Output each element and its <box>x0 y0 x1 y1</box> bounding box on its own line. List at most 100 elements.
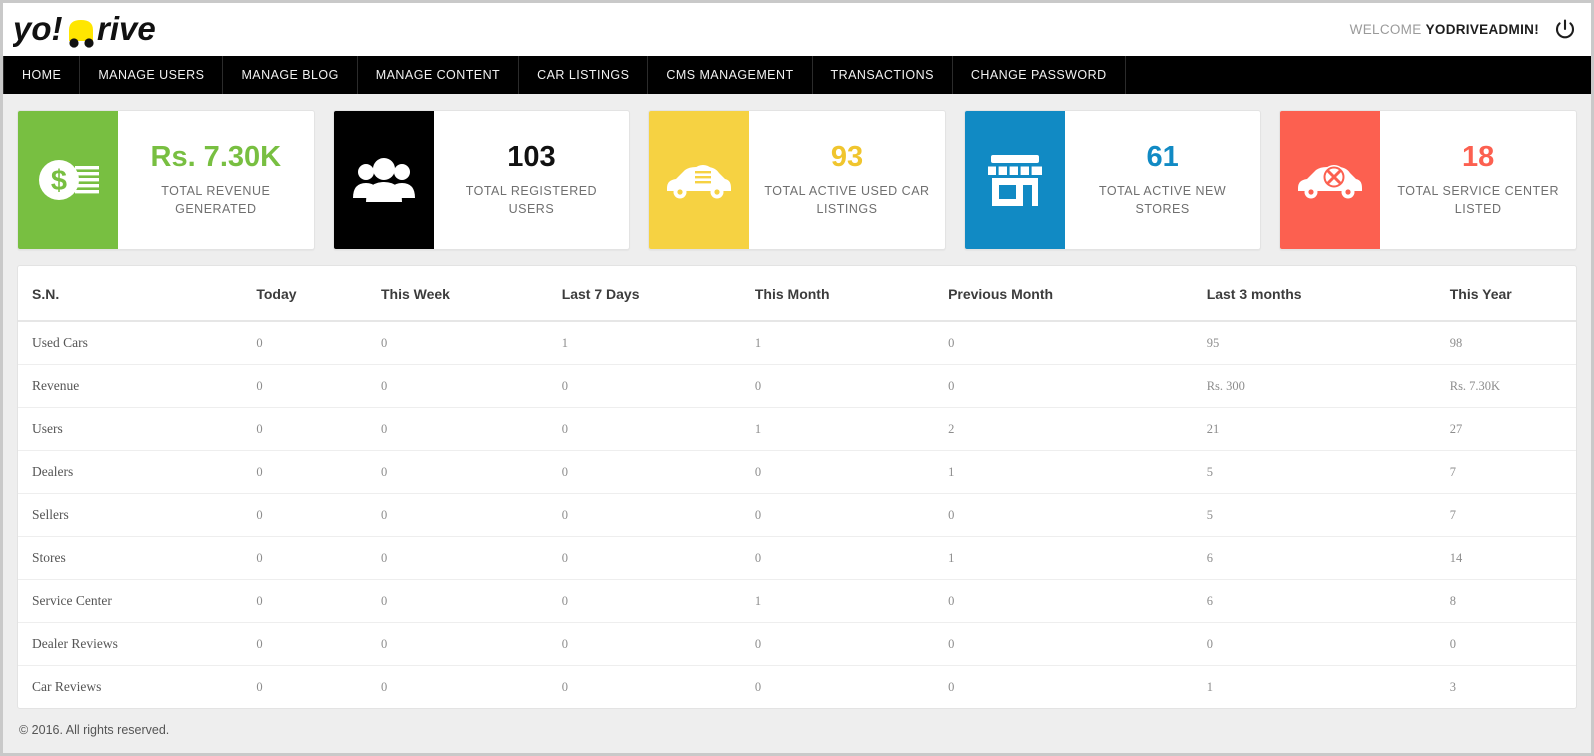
cell-this-month: 0 <box>740 622 935 666</box>
cell-last-3-months: 1 <box>1206 679 1213 694</box>
stat-label: TOTAL REVENUE GENERATED <box>161 183 271 216</box>
column-header-last-7-days[interactable]: Last 7 Days <box>547 266 741 322</box>
cell-today: 0 <box>242 321 367 365</box>
row-label: Dealers <box>18 450 243 494</box>
cell-last-3-months: 5 <box>1192 493 1436 537</box>
stat-value: 93 <box>830 140 864 173</box>
column-header-this-month[interactable]: This Month <box>740 266 935 322</box>
column-header-previous-month[interactable]: Previous Month <box>934 266 1193 322</box>
stat-value: 103 <box>507 140 556 173</box>
nav-item-change-password[interactable]: CHANGE PASSWORD <box>953 56 1126 94</box>
row-label: Users <box>18 407 243 451</box>
admin-dashboard-page: yo! rive WELCOME YODRIVEADMIN! HOME MANA… <box>0 0 1594 756</box>
stat-card-body: 61 TOTAL ACTIVE NEW STORES <box>1065 111 1261 249</box>
cell-last-3-months: 95 <box>1192 321 1436 365</box>
cell-this-month: 1 <box>740 579 935 623</box>
column-header-this-year[interactable]: This Year <box>1435 266 1576 322</box>
cell-last-3-months: 6 <box>1192 536 1436 580</box>
cell-this-year: 8 <box>1435 579 1576 623</box>
table-row: Used Cars 0 0 1 1 0 95 98 <box>18 321 1576 365</box>
stat-card-body: 93 TOTAL ACTIVE USED CAR LISTINGS <box>749 111 945 249</box>
cell-this-week: 0 <box>366 321 548 365</box>
stat-card-registered-users[interactable]: 103 TOTAL REGISTERED USERS <box>332 110 631 250</box>
cell-this-week: 0 <box>366 622 548 666</box>
cell-previous-month: 0 <box>934 364 1193 408</box>
cell-previous-month: 0 <box>934 622 1193 666</box>
page-content: $ Rs. 7.30K TOTAL REVENUE GENERATED 103 … <box>3 94 1591 753</box>
welcome-username: YODRIVEADMIN! <box>1425 22 1539 37</box>
cell-this-year: 0 <box>1435 622 1576 666</box>
table-row: Service Center 0 0 0 1 0 6 8 <box>18 579 1576 623</box>
stat-card-active-stores[interactable]: 61 TOTAL ACTIVE NEW STORES <box>963 110 1262 250</box>
site-logo[interactable]: yo! rive <box>13 8 181 52</box>
cell-today: 0 <box>242 579 367 623</box>
cell-last-7-days: 0 <box>547 579 741 623</box>
cell-last-7-days: 0 <box>547 493 741 537</box>
cell-this-week: 0 <box>366 579 548 623</box>
table-row: Revenue 0 0 0 0 0 Rs. 300 Rs. 7.30K <box>18 364 1576 408</box>
table-row: Sellers 0 0 0 0 0 5 7 <box>18 493 1576 537</box>
cell-this-year: 3 <box>1449 679 1456 694</box>
statistics-panel: S.N. Today This Week Last 7 Days This Mo… <box>17 265 1577 709</box>
table-row: Stores 0 0 0 0 1 6 14 <box>18 536 1576 580</box>
cell-previous-month: 0 <box>948 679 955 694</box>
nav-item-cms-management[interactable]: CMS MANAGEMENT <box>648 56 813 94</box>
svg-text:yo!: yo! <box>13 10 63 47</box>
nav-item-manage-content[interactable]: MANAGE CONTENT <box>358 56 520 94</box>
table-row: Car Reviews 0 0 0 0 0 1 3 <box>18 666 1576 709</box>
cell-this-month: 0 <box>740 450 935 494</box>
table-header-row: S.N. Today This Week Last 7 Days This Mo… <box>18 266 1576 322</box>
cell-last-7-days: 0 <box>547 407 741 451</box>
welcome-prefix: WELCOME <box>1349 22 1422 37</box>
row-label: Dealer Reviews <box>18 622 243 666</box>
cell-this-year: 7 <box>1435 493 1576 537</box>
table-body: Used Cars 0 0 1 1 0 95 98 Revenue 0 0 0 <box>18 321 1576 708</box>
nav-item-transactions[interactable]: TRANSACTIONS <box>813 56 953 94</box>
cell-last-7-days: 1 <box>547 321 741 365</box>
row-label: Used Cars <box>18 321 243 365</box>
cell-previous-month: 2 <box>934 407 1193 451</box>
cell-last-7-days: 0 <box>547 450 741 494</box>
cell-today: 0 <box>242 622 367 666</box>
nav-item-manage-blog[interactable]: MANAGE BLOG <box>223 56 358 94</box>
cell-last-3-months: 21 <box>1192 407 1436 451</box>
table-row: Users 0 0 0 1 2 21 27 <box>18 407 1576 451</box>
stat-label: TOTAL REGISTERED USERS <box>465 183 598 216</box>
stat-card-total-revenue[interactable]: $ Rs. 7.30K TOTAL REVENUE GENERATED <box>17 110 315 250</box>
cell-last-3-months: 6 <box>1192 579 1436 623</box>
cell-last-3-months: 5 <box>1192 450 1436 494</box>
svg-text:rive: rive <box>97 10 156 47</box>
used-car-icon <box>649 111 750 249</box>
nav-item-car-listings[interactable]: CAR LISTINGS <box>519 56 649 94</box>
cell-this-month: 0 <box>740 493 935 537</box>
header-right: WELCOME YODRIVEADMIN! <box>1349 18 1575 41</box>
stat-card-used-car-listings[interactable]: 93 TOTAL ACTIVE USED CAR LISTINGS <box>648 110 946 250</box>
cell-this-month: 1 <box>740 407 935 451</box>
cell-previous-month: 1 <box>934 536 1193 580</box>
store-icon <box>964 111 1065 249</box>
power-icon[interactable] <box>1555 18 1575 41</box>
stat-card-service-centers[interactable]: 18 TOTAL SERVICE CENTER LISTED <box>1279 110 1577 250</box>
stat-label: TOTAL SERVICE CENTER LISTED <box>1397 183 1559 216</box>
statistics-table: S.N. Today This Week Last 7 Days This Mo… <box>18 266 1576 708</box>
stat-card-body: Rs. 7.30K TOTAL REVENUE GENERATED <box>118 111 314 249</box>
column-header-last-3-months[interactable]: Last 3 months <box>1192 266 1436 322</box>
row-label: Revenue <box>18 364 243 408</box>
cell-this-year: 14 <box>1435 536 1576 580</box>
cell-this-week: 0 <box>366 407 548 451</box>
users-icon <box>333 111 434 249</box>
nav-item-home[interactable]: HOME <box>3 56 81 94</box>
cell-today: 0 <box>256 679 263 694</box>
stat-cards: $ Rs. 7.30K TOTAL REVENUE GENERATED 103 … <box>17 110 1577 250</box>
cell-last-7-days: 0 <box>547 364 741 408</box>
cell-this-week: 0 <box>366 450 548 494</box>
column-header-this-week[interactable]: This Week <box>366 266 548 322</box>
stat-value: 18 <box>1462 140 1495 173</box>
stat-value: 61 <box>1146 140 1179 173</box>
cell-previous-month: 0 <box>934 321 1193 365</box>
column-header-today[interactable]: Today <box>242 266 367 322</box>
cell-previous-month: 0 <box>934 493 1193 537</box>
column-header-sn[interactable]: S.N. <box>18 266 243 322</box>
cell-last-7-days: 0 <box>547 536 741 580</box>
nav-item-manage-users[interactable]: MANAGE USERS <box>80 56 224 94</box>
